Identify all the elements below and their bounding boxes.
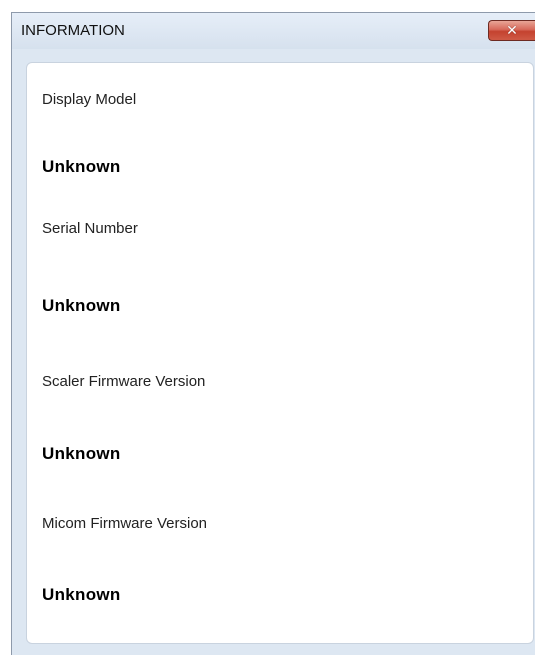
close-icon[interactable]: ✕	[504, 23, 520, 39]
serial-number-label: Serial Number	[42, 220, 138, 237]
scaler-firmware-value: Unknown	[42, 444, 121, 463]
close-button[interactable]: ✕	[488, 20, 535, 41]
title-bar[interactable]: INFORMATION ✕	[12, 13, 535, 49]
serial-number-value: Unknown	[42, 296, 121, 315]
information-dialog: INFORMATION ✕ Display Model Unknown Seri…	[11, 12, 535, 655]
micom-firmware-value: Unknown	[42, 585, 121, 604]
window-title: INFORMATION	[21, 22, 125, 39]
micom-firmware-label: Micom Firmware Version	[42, 515, 208, 532]
scaler-firmware-label: Scaler Firmware Version	[42, 373, 206, 390]
info-panel: Display Model Unknown Serial Number Unkn…	[26, 62, 534, 644]
display-model-value: Unknown	[42, 157, 121, 176]
display-model-label: Display Model	[42, 91, 137, 108]
